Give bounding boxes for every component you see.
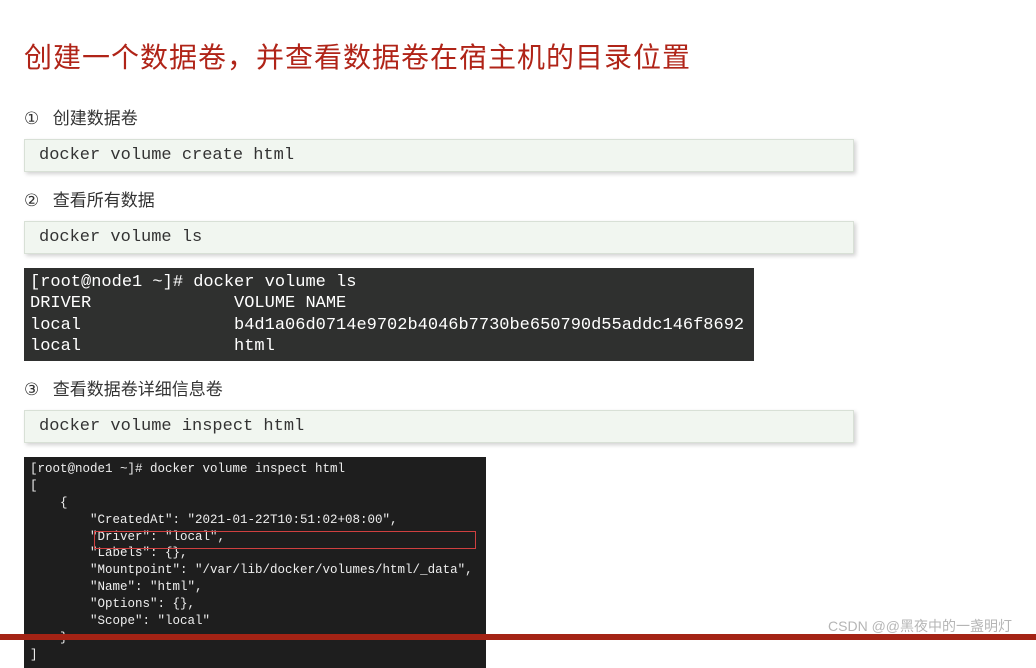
step-1-text: 创建数据卷 (53, 109, 138, 128)
command-box-3: docker volume inspect html (24, 410, 854, 443)
step-3-num: ③ (24, 380, 48, 400)
watermark-text: CSDN @@黑夜中的一盏明灯 (828, 616, 1012, 636)
terminal-output-1: [root@node1 ~]# docker volume ls DRIVER … (24, 268, 754, 361)
step-1-num: ① (24, 109, 48, 129)
command-box-1: docker volume create html (24, 139, 854, 172)
step-3-label: ③ 查看数据卷详细信息卷 (24, 375, 1012, 400)
page-title: 创建一个数据卷，并查看数据卷在宿主机的目录位置 (24, 36, 1012, 76)
command-box-2: docker volume ls (24, 221, 854, 254)
step-2-num: ② (24, 191, 48, 211)
step-1-label: ① 创建数据卷 (24, 104, 1012, 129)
step-2-text: 查看所有数据 (53, 191, 155, 210)
step-2-label: ② 查看所有数据 (24, 186, 1012, 211)
step-3-text: 查看数据卷详细信息卷 (53, 380, 223, 399)
